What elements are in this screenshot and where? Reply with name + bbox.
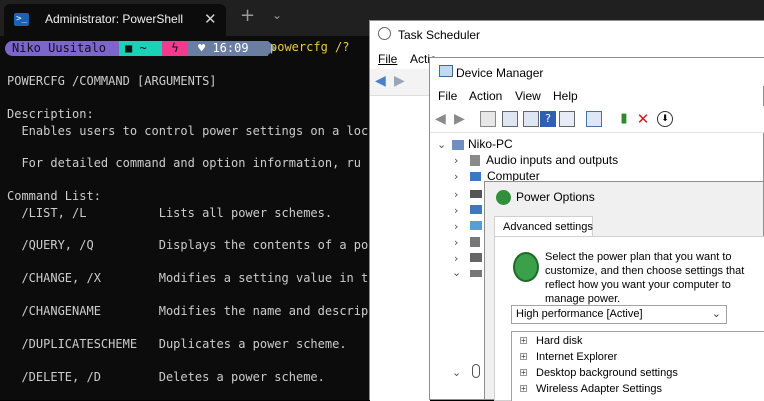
disk-drive-icon: [470, 190, 482, 198]
tab-dropdown-chevron-icon[interactable]: ⌄: [272, 8, 282, 22]
menu-action[interactable]: Action: [469, 89, 502, 103]
output-line: /QUERY, /Q Displays the contents of a po: [7, 238, 369, 252]
hid-icon: [470, 237, 480, 247]
mouse-icon: [472, 364, 480, 378]
device-manager-toolbar: ◀ ▶ ? ▮ ✕ ⬇: [430, 106, 764, 133]
menu-view[interactable]: View: [515, 89, 541, 103]
tree-root[interactable]: Niko-PC: [452, 136, 513, 152]
output-line: /LIST, /L Lists all power schemes.: [7, 206, 333, 220]
power-settings-tree[interactable]: + Hard disk + Internet Explorer + Desktop b…: [511, 331, 764, 401]
expand-chevron-icon[interactable]: ›: [454, 236, 458, 249]
output-line: Command List:: [7, 189, 101, 203]
menu-file[interactable]: File: [378, 52, 397, 66]
prompt-time-segment: ♥ 16:09: [188, 41, 268, 56]
task-scheduler-titlebar[interactable]: Task Scheduler: [370, 21, 764, 49]
firmware-icon: [470, 221, 482, 230]
power-options-window[interactable]: Power Options Advanced settings Select t…: [484, 181, 764, 401]
help-icon[interactable]: ?: [540, 111, 556, 127]
chevron-down-icon: ⌄: [711, 307, 721, 320]
output-line: Enables users to control power settings …: [7, 124, 369, 138]
tab-advanced-settings[interactable]: Advanced settings: [494, 216, 593, 237]
settings-item[interactable]: + Wireless Adapter Settings: [520, 381, 662, 397]
expand-plus-icon[interactable]: +: [520, 369, 527, 377]
collapse-chevron-icon[interactable]: ⌄: [452, 366, 461, 379]
properties-icon[interactable]: [523, 111, 539, 127]
output-line: Description:: [7, 107, 94, 121]
output-line: /DUPLICATESCHEME Duplicates a power sche…: [7, 337, 347, 351]
collapse-chevron-icon[interactable]: ⌄: [452, 266, 461, 279]
back-icon[interactable]: ◀: [375, 74, 389, 88]
prompt-path-segment: ■ ~: [119, 41, 162, 56]
settings-item-label: Desktop background settings: [536, 367, 678, 379]
output-line: For detailed command and option informat…: [7, 156, 362, 170]
new-tab-button[interactable]: +: [240, 6, 255, 26]
uninstall-icon[interactable]: ✕: [635, 111, 651, 127]
keyboard-icon: [470, 270, 482, 277]
expand-plus-icon[interactable]: +: [520, 337, 527, 345]
disable-device-icon[interactable]: ⬇: [657, 111, 673, 127]
ide-controller-icon: [470, 253, 482, 262]
device-manager-titlebar[interactable]: Device Manager: [430, 58, 764, 86]
power-plan-icon: [513, 252, 539, 282]
monitor-icon: [470, 172, 481, 182]
forward-icon[interactable]: ▶: [454, 112, 468, 126]
tree-item-audio[interactable]: Audio inputs and outputs: [470, 152, 618, 168]
device-manager-title: Device Manager: [456, 66, 544, 80]
expand-chevron-icon[interactable]: ›: [454, 252, 458, 265]
update-driver-icon[interactable]: ▮: [616, 111, 632, 127]
list-icon[interactable]: [502, 111, 518, 127]
expand-chevron-icon[interactable]: ›: [454, 204, 458, 217]
power-plan-selected-value: High performance [Active]: [516, 308, 643, 320]
menu-file[interactable]: File: [438, 89, 457, 103]
settings-item[interactable]: + Desktop background settings: [520, 365, 678, 381]
view-icon[interactable]: [559, 111, 575, 127]
power-options-icon: [496, 190, 511, 205]
settings-item[interactable]: + Hard disk: [520, 333, 583, 349]
prompt-user-segment: Niko Uusitalo: [5, 41, 119, 56]
expand-chevron-icon[interactable]: ›: [454, 188, 458, 201]
show-hide-tree-icon[interactable]: [480, 111, 496, 127]
settings-item[interactable]: + Internet Explorer: [520, 349, 618, 365]
back-icon[interactable]: ◀: [435, 112, 449, 126]
power-plan-select[interactable]: High performance [Active] ⌄: [511, 305, 727, 324]
tree-item-label: Audio inputs and outputs: [486, 153, 619, 167]
output-line: /DELETE, /D Deletes a power scheme.: [7, 370, 325, 384]
powershell-icon: >_: [14, 13, 29, 26]
expand-chevron-icon[interactable]: ›: [454, 170, 458, 183]
expand-chevron-icon[interactable]: ›: [454, 220, 458, 233]
output-line: POWERCFG /COMMAND [ARGUMENTS]: [7, 74, 217, 88]
clock-icon: [378, 27, 391, 40]
expand-plus-icon[interactable]: +: [520, 385, 527, 393]
settings-item-label: Hard disk: [536, 335, 583, 347]
task-scheduler-tree-pane[interactable]: [370, 96, 430, 401]
device-manager-menubar: File Action View Help: [430, 86, 764, 106]
speaker-icon: [470, 155, 480, 167]
prompt-git-segment: ϟ: [162, 41, 188, 56]
settings-item-label: Internet Explorer: [536, 351, 618, 363]
terminal-tab[interactable]: >_ Administrator: PowerShell ✕: [4, 4, 226, 36]
settings-item-label: Wireless Adapter Settings: [536, 383, 662, 395]
power-plan-description: Select the power plan that you want to c…: [545, 251, 745, 305]
prompt-command[interactable]: powercfg /?: [270, 40, 349, 54]
computer-icon: [452, 139, 464, 150]
output-line: /CHANGE, /X Modifies a setting value in …: [7, 271, 369, 285]
collapse-chevron-icon[interactable]: ⌄: [437, 138, 446, 151]
expand-plus-icon[interactable]: +: [520, 353, 527, 361]
device-manager-icon: [439, 65, 453, 77]
tab-title: Administrator: PowerShell: [45, 12, 184, 26]
power-options-title: Power Options: [516, 190, 595, 204]
output-line: /CHANGENAME Modifies the name and descri…: [7, 304, 369, 318]
scan-hardware-icon[interactable]: [586, 111, 602, 127]
expand-chevron-icon[interactable]: ›: [454, 154, 458, 167]
display-adapter-icon: [470, 205, 482, 214]
tab-close-icon[interactable]: ✕: [204, 10, 217, 28]
tab-label: Advanced settings: [503, 221, 593, 233]
forward-icon[interactable]: ▶: [394, 74, 408, 88]
menu-help[interactable]: Help: [553, 89, 578, 103]
tree-root-label: Niko-PC: [468, 137, 513, 151]
task-scheduler-title: Task Scheduler: [398, 28, 481, 42]
